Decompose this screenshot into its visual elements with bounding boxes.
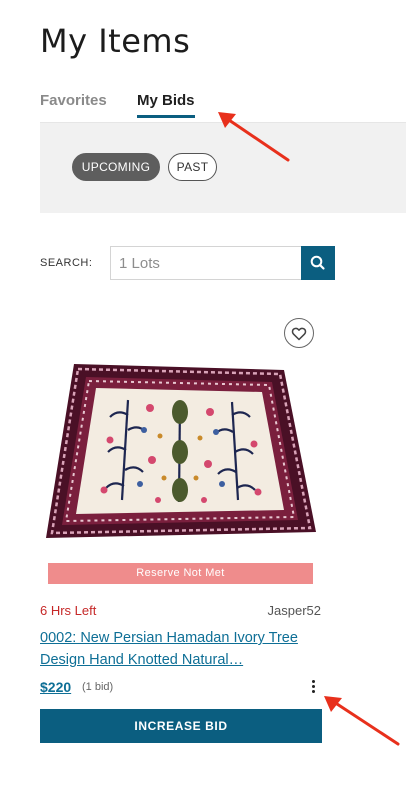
more-options-button[interactable] [306, 676, 320, 696]
current-bid-price[interactable]: $220 [40, 679, 71, 695]
filter-panel: UPCOMING PAST [40, 123, 406, 213]
more-vertical-icon [306, 679, 320, 693]
increase-bid-button[interactable]: INCREASE BID [40, 709, 322, 743]
lot-title-link[interactable]: 0002: New Persian Hamadan Ivory Tree Des… [40, 627, 322, 671]
filter-upcoming-button[interactable]: UPCOMING [72, 153, 160, 181]
annotation-arrow-menu [324, 696, 400, 746]
search-button[interactable] [301, 246, 335, 280]
filter-past-button[interactable]: PAST [168, 153, 217, 181]
lot-image[interactable] [40, 360, 322, 550]
search-icon [310, 255, 325, 270]
seller-name: Jasper52 [267, 603, 321, 618]
search-label: SEARCH: [40, 257, 93, 269]
tab-favorites[interactable]: Favorites [40, 92, 107, 117]
reserve-status-banner: Reserve Not Met [48, 563, 313, 584]
page-title: My Items [40, 22, 191, 60]
time-left: 6 Hrs Left [40, 603, 97, 618]
search-input[interactable] [110, 246, 302, 280]
tab-my-bids[interactable]: My Bids [137, 92, 195, 118]
bid-count: (1 bid) [82, 681, 114, 693]
heart-icon [291, 327, 307, 341]
favorite-button[interactable] [284, 318, 314, 348]
